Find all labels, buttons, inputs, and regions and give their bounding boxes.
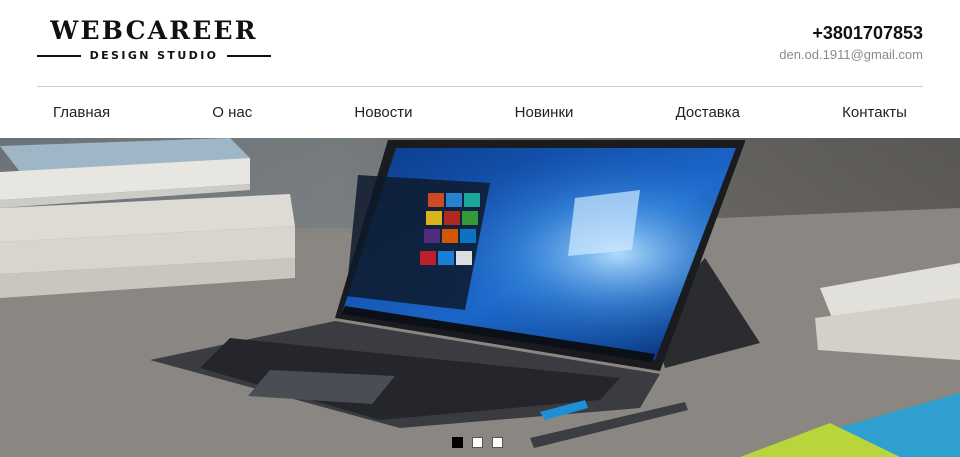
hero-slider[interactable] (0, 138, 960, 457)
nav-item-home[interactable]: Главная (53, 104, 110, 121)
logo-line-right (227, 54, 272, 57)
logo[interactable]: WEBCAREER DESIGN STUDIO (37, 16, 272, 62)
slider-dot-1[interactable] (452, 437, 463, 448)
slider-dots (452, 437, 503, 448)
nav-item-news[interactable]: Новости (354, 104, 412, 121)
nav-item-delivery[interactable]: Доставка (676, 104, 740, 121)
logo-line-left (37, 54, 81, 57)
nav-item-new-products[interactable]: Новинки (515, 104, 574, 121)
logo-tagline-row: DESIGN STUDIO (37, 49, 272, 62)
nav-item-contacts[interactable]: Контакты (842, 104, 907, 121)
nav-item-about[interactable]: О нас (212, 104, 252, 121)
main-nav: Главная О нас Новости Новинки Доставка К… (37, 87, 923, 138)
site-header: WEBCAREER DESIGN STUDIO +3801707853 den.… (0, 0, 960, 87)
contact-info: +3801707853 den.od.1911@gmail.com (779, 22, 923, 62)
books-left (0, 138, 295, 298)
logo-tagline: DESIGN STUDIO (89, 49, 219, 62)
email-address[interactable]: den.od.1911@gmail.com (779, 47, 923, 62)
slider-dot-3[interactable] (492, 437, 503, 448)
logo-name: WEBCAREER (50, 16, 258, 45)
hero-image (0, 138, 960, 457)
slider-dot-2[interactable] (472, 437, 483, 448)
phone-number[interactable]: +3801707853 (779, 22, 923, 44)
